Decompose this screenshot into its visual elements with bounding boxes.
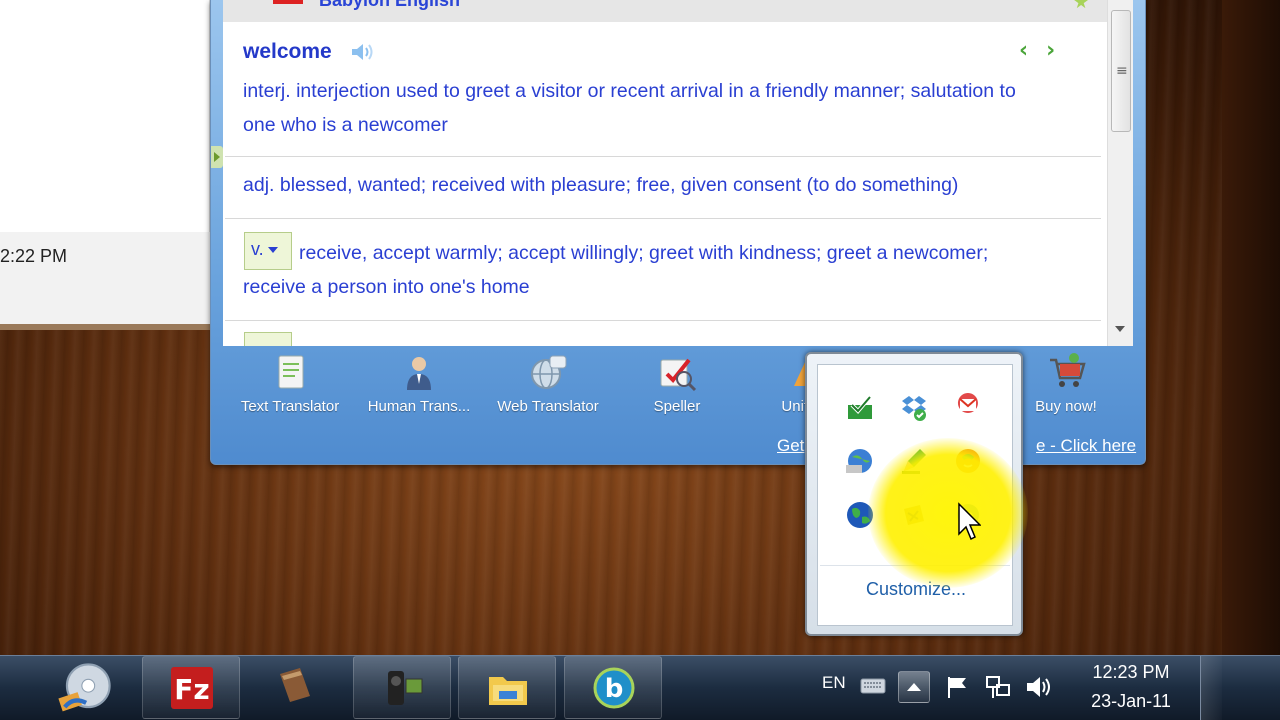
tool-label: Web Translator: [497, 398, 599, 415]
show-desktop-button[interactable]: [1200, 656, 1222, 720]
popup-divider: [820, 565, 1010, 566]
volume-icon[interactable]: [1024, 674, 1054, 700]
tray-overflow-panel: b Customize...: [817, 364, 1013, 626]
babylon-brand: Babylon English: [319, 0, 461, 10]
taskbar-explorer[interactable]: [458, 656, 556, 719]
folder-icon: [489, 677, 527, 705]
taskbar-book[interactable]: [246, 656, 344, 719]
tool-label: Human Trans...: [367, 398, 471, 415]
background-window[interactable]: 2:22 PM: [0, 0, 210, 330]
definition-adj: adj. blessed, wanted; received with plea…: [243, 174, 959, 196]
action-center-flag-icon[interactable]: [944, 674, 970, 700]
prev-entry-button[interactable]: ‹: [1019, 38, 1046, 63]
divider: [225, 320, 1101, 321]
show-hidden-icons-button[interactable]: [898, 671, 930, 703]
divider: [225, 218, 1101, 219]
side-expand-handle[interactable]: [211, 146, 223, 168]
tool-text-translator[interactable]: Text Translator: [225, 352, 355, 415]
network-globe-icon[interactable]: [844, 445, 876, 477]
media-player-icon[interactable]: [52, 658, 116, 720]
earth-icon[interactable]: [844, 499, 876, 531]
background-time-text: 2:22 PM: [0, 246, 68, 266]
clock-time[interactable]: 12:23 PM: [1084, 662, 1178, 683]
customize-link[interactable]: Customize...: [818, 579, 1014, 600]
background-pane: [0, 0, 210, 232]
book-icon: [280, 668, 310, 702]
get-link[interactable]: Get: [777, 436, 804, 456]
globe-icon: [531, 355, 567, 389]
keyboard-icon[interactable]: [860, 674, 886, 696]
taskbar-babylon[interactable]: b: [564, 656, 662, 719]
babylon-app-icon: b: [593, 667, 635, 709]
tool-human-translation[interactable]: Human Trans...: [354, 352, 484, 415]
tray-overflow-popup: b Customize...: [805, 352, 1023, 636]
babylon-titlebar[interactable]: Babylon English ★: [223, 0, 1117, 22]
vertical-scrollbar[interactable]: [1107, 0, 1133, 346]
next-entry-button[interactable]: ›: [1046, 38, 1073, 63]
scrollbar-thumb[interactable]: [1111, 10, 1131, 132]
gmail-icon[interactable]: [952, 389, 984, 421]
cart-icon: [1050, 353, 1086, 387]
taskbar-filezilla[interactable]: Fz: [142, 656, 240, 719]
pencil-icon[interactable]: [898, 445, 930, 477]
network-icon[interactable]: [984, 674, 1012, 700]
clock-date[interactable]: 23-Jan-11: [1084, 691, 1178, 712]
svg-text:b: b: [605, 674, 624, 704]
entry-nav: ‹›: [1019, 38, 1073, 63]
document-icon: [278, 355, 304, 389]
taskbar-camcorder[interactable]: [353, 656, 451, 719]
star-icon[interactable]: ★: [1073, 0, 1089, 13]
filezilla-icon: Fz: [171, 667, 213, 709]
flag-icon: [273, 0, 303, 4]
definition-verb: receive, accept warmly; accept willingly…: [243, 242, 989, 298]
camcorder-icon: [388, 671, 423, 705]
tool-label: Text Translator: [240, 398, 340, 415]
chevron-up-icon: [907, 683, 921, 691]
tool-label: Speller: [653, 398, 701, 415]
svg-text:Fz: Fz: [174, 673, 209, 706]
mouse-cursor-icon: [958, 502, 981, 541]
headword: welcome: [243, 40, 332, 63]
person-icon: [407, 357, 431, 390]
divider: [225, 156, 1101, 157]
green-check-icon[interactable]: [844, 391, 876, 423]
click-here-link[interactable]: e - Click here: [1036, 436, 1136, 456]
dvd-icon[interactable]: [898, 499, 930, 531]
spellcheck-icon: [660, 358, 697, 392]
dropbox-icon[interactable]: [898, 391, 930, 423]
definition-interj: interj. interjection used to greet a vis…: [243, 80, 1016, 136]
tool-web-translator[interactable]: Web Translator: [483, 352, 613, 415]
speaker-icon[interactable]: [349, 40, 375, 64]
scroll-down-arrow[interactable]: [1115, 326, 1125, 332]
definition-pane: welcome ‹› interj. interjection used to …: [223, 22, 1117, 346]
desktop-edge: [1222, 0, 1280, 655]
language-indicator[interactable]: EN: [822, 673, 846, 693]
pos-dropdown-next[interactable]: [244, 332, 292, 346]
phone-icon[interactable]: [952, 445, 984, 477]
tool-speller[interactable]: Speller: [612, 352, 742, 415]
